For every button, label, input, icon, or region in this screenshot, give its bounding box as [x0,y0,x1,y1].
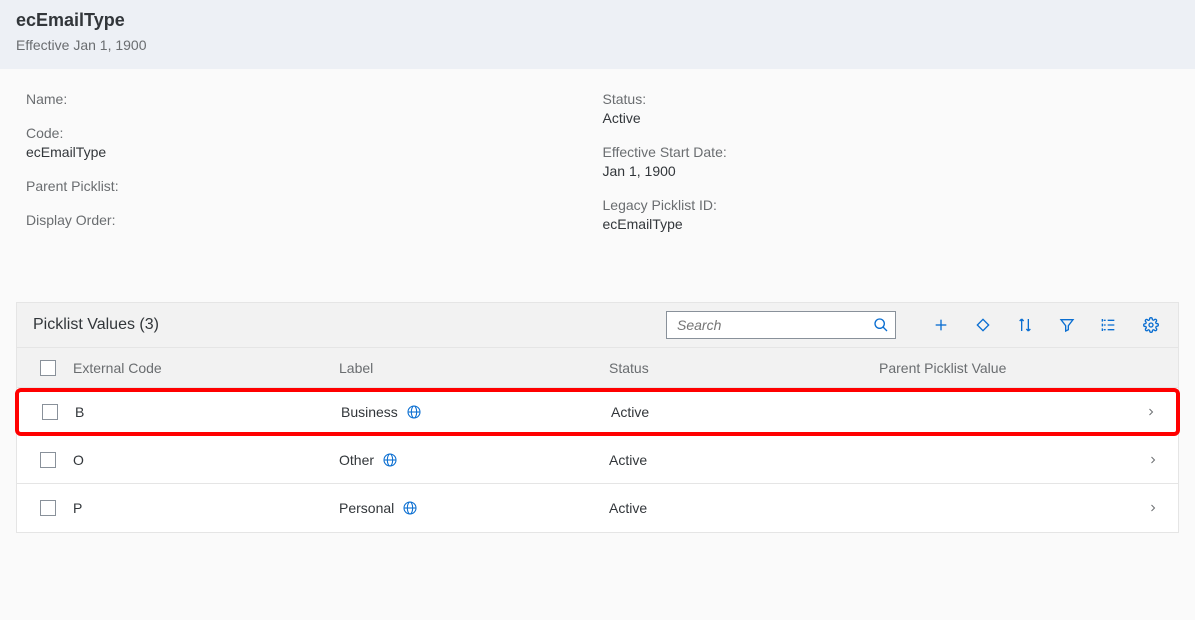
code-label: Code: [26,125,603,141]
chevron-right-icon[interactable] [1136,406,1166,418]
search-input-wrapper[interactable] [666,311,896,339]
col-label: Label [339,360,609,376]
display-order-label: Display Order: [26,212,603,228]
col-external-code: External Code [69,360,339,376]
status-value: Active [603,110,1180,126]
select-all-checkbox[interactable] [40,360,56,376]
cell-external-code: O [69,452,339,468]
col-parent: Parent Picklist Value [879,360,1138,376]
action-icon[interactable] [968,317,998,333]
globe-icon[interactable] [382,452,398,468]
cell-label: Personal [339,500,609,516]
cell-status: Active [609,452,879,468]
table-row[interactable]: OOther Active [17,436,1178,484]
cell-label: Other [339,452,609,468]
chevron-right-icon[interactable] [1138,454,1168,466]
page-subtitle: Effective Jan 1, 1900 [16,37,1179,53]
section-title: Picklist Values (3) [33,316,159,334]
picklist-values-table: External Code Label Status Parent Pickli… [16,348,1179,533]
settings-icon[interactable] [1136,317,1166,333]
cell-status: Active [611,404,881,420]
globe-icon[interactable] [402,500,418,516]
table-row[interactable]: PPersonal Active [17,484,1178,532]
chevron-right-icon[interactable] [1138,502,1168,514]
search-icon[interactable] [873,317,889,333]
parent-picklist-label: Parent Picklist: [26,178,603,194]
globe-icon[interactable] [406,404,422,420]
filter-icon[interactable] [1052,317,1082,333]
col-status: Status [609,360,879,376]
detail-icon[interactable] [1094,317,1124,333]
add-icon[interactable] [926,317,956,333]
cell-external-code: P [69,500,339,516]
table-header-row: External Code Label Status Parent Pickli… [17,348,1178,388]
row-checkbox[interactable] [40,500,56,516]
cell-external-code: B [71,404,341,420]
name-label: Name: [26,91,603,107]
picklist-values-toolbar: Picklist Values (3) [16,302,1179,348]
page-header: ecEmailType Effective Jan 1, 1900 [0,0,1195,69]
row-checkbox[interactable] [40,452,56,468]
details-panel: Name: Code: ecEmailType Parent Picklist:… [0,69,1195,290]
effective-start-date-label: Effective Start Date: [603,144,1180,160]
effective-start-date-value: Jan 1, 1900 [603,163,1180,179]
page-title: ecEmailType [16,10,1179,31]
sort-icon[interactable] [1010,317,1040,333]
status-label: Status: [603,91,1180,107]
cell-label: Business [341,404,611,420]
row-checkbox[interactable] [42,404,58,420]
cell-status: Active [609,500,879,516]
legacy-picklist-id-value: ecEmailType [603,216,1180,232]
legacy-picklist-id-label: Legacy Picklist ID: [603,197,1180,213]
code-value: ecEmailType [26,144,603,160]
search-input[interactable] [677,317,873,333]
table-row[interactable]: BBusiness Active [15,388,1180,436]
